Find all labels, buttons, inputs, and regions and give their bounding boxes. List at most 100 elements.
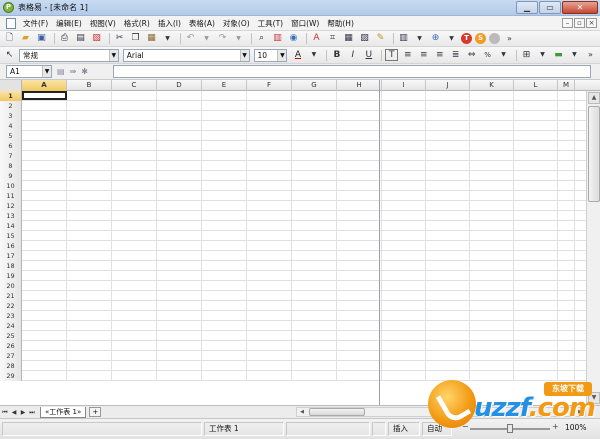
grid-cell[interactable] (470, 171, 514, 180)
grid-cell[interactable] (22, 371, 67, 380)
grid-cell[interactable] (157, 331, 202, 340)
grid-cell[interactable] (202, 101, 247, 110)
grid-cell[interactable] (157, 281, 202, 290)
grid-cell[interactable] (382, 111, 426, 120)
grid-cell[interactable] (470, 351, 514, 360)
grid-cell[interactable] (157, 111, 202, 120)
column-header[interactable]: B (67, 80, 112, 91)
grid-cell[interactable] (112, 201, 157, 210)
paste-dropdown-icon[interactable]: ▼ (161, 33, 174, 45)
grid-cell[interactable] (202, 191, 247, 200)
sheet-tab[interactable]: «工作表 1» (40, 406, 87, 418)
grid-cell[interactable] (426, 351, 470, 360)
grid-cell[interactable] (112, 161, 157, 170)
grid-cell[interactable] (22, 241, 67, 250)
grid-cell[interactable] (247, 361, 292, 370)
align-left-icon[interactable]: ≡ (401, 49, 414, 61)
grid-cell[interactable] (202, 291, 247, 300)
grid-cell[interactable] (67, 121, 112, 130)
grid-cell[interactable] (247, 301, 292, 310)
grid-cell[interactable] (382, 131, 426, 140)
zoom-icon[interactable]: ◉ (287, 33, 300, 45)
style-select[interactable]: 常规 ▼ (18, 48, 119, 62)
grid-cell[interactable] (382, 321, 426, 330)
grid-cell[interactable] (382, 151, 426, 160)
prev-sheet-icon[interactable]: ◀ (10, 408, 18, 417)
grid-cell[interactable] (292, 321, 337, 330)
grid-cell[interactable] (337, 321, 382, 330)
grid-cell[interactable] (337, 291, 382, 300)
grid-cell[interactable] (470, 191, 514, 200)
grid-cell[interactable] (337, 351, 382, 360)
row-header[interactable]: 15 (0, 231, 22, 241)
grid-cell[interactable] (292, 91, 337, 100)
grid-cell[interactable] (558, 151, 575, 160)
grid-cell[interactable] (426, 151, 470, 160)
redo-dropdown-icon[interactable]: ▼ (232, 33, 245, 45)
active-cell[interactable] (22, 91, 67, 100)
grid-cell[interactable] (382, 311, 426, 320)
grid-cell[interactable] (382, 371, 426, 380)
column-header[interactable]: H (337, 80, 382, 91)
grid-cell[interactable] (382, 351, 426, 360)
grid-cell[interactable] (426, 131, 470, 140)
grid-cell[interactable] (247, 331, 292, 340)
grid-cell[interactable] (157, 161, 202, 170)
grid-cell[interactable] (157, 121, 202, 130)
grid-cell[interactable] (22, 101, 67, 110)
grid-cell[interactable] (157, 151, 202, 160)
grid-cell[interactable] (247, 211, 292, 220)
horizontal-scroll-thumb[interactable] (309, 408, 365, 416)
grid-cell[interactable] (67, 251, 112, 260)
columns-dropdown-icon[interactable]: ▼ (413, 33, 426, 45)
grid-cell[interactable] (67, 371, 112, 380)
row-header[interactable]: 13 (0, 211, 22, 221)
grid-cell[interactable] (382, 161, 426, 170)
grid-cell[interactable] (514, 241, 558, 250)
grid-cell[interactable] (426, 331, 470, 340)
grid-cell[interactable] (22, 331, 67, 340)
grid-cell[interactable] (470, 311, 514, 320)
grid-cell[interactable] (470, 181, 514, 190)
grid-cell[interactable] (157, 171, 202, 180)
grid-cell[interactable] (292, 101, 337, 110)
grid-cell[interactable] (67, 131, 112, 140)
grid-cell[interactable] (558, 121, 575, 130)
grid-cell[interactable] (202, 211, 247, 220)
save-icon[interactable]: ▣ (35, 33, 48, 45)
grid-cell[interactable] (382, 361, 426, 370)
grid-cell[interactable] (247, 121, 292, 130)
grid-cell[interactable] (247, 291, 292, 300)
grid-cell[interactable] (558, 131, 575, 140)
grid-cell[interactable] (337, 101, 382, 110)
grid-cell[interactable] (157, 131, 202, 140)
grid-cell[interactable] (202, 131, 247, 140)
grid-cell[interactable] (112, 331, 157, 340)
grid-cell[interactable] (382, 211, 426, 220)
grid-cell[interactable] (337, 231, 382, 240)
grid-cell[interactable] (292, 291, 337, 300)
grid-cell[interactable] (112, 311, 157, 320)
open-folder-icon[interactable]: ▰ (19, 33, 32, 45)
grid-cell[interactable] (112, 261, 157, 270)
doc-close-button[interactable]: × (586, 18, 597, 28)
grid-cell[interactable] (514, 161, 558, 170)
grid-cell[interactable] (558, 321, 575, 330)
grid-cell[interactable] (202, 241, 247, 250)
grid-cell[interactable] (337, 191, 382, 200)
grid-cell[interactable] (22, 181, 67, 190)
grid-cell[interactable] (247, 101, 292, 110)
find-icon[interactable]: ⌕ (255, 33, 268, 45)
grid-cell[interactable] (67, 281, 112, 290)
grid-cell[interactable] (382, 101, 426, 110)
row-header[interactable]: 27 (0, 351, 22, 361)
grid-cell[interactable] (337, 241, 382, 250)
grid-cell[interactable] (157, 251, 202, 260)
grid-cell[interactable] (382, 331, 426, 340)
grid-cell[interactable] (382, 261, 426, 270)
undo-icon[interactable]: ↶ (184, 33, 197, 45)
grid-cell[interactable] (112, 171, 157, 180)
grid-cell[interactable] (470, 201, 514, 210)
grid-cell[interactable] (202, 301, 247, 310)
pattern-icon[interactable]: ▨ (358, 33, 371, 45)
